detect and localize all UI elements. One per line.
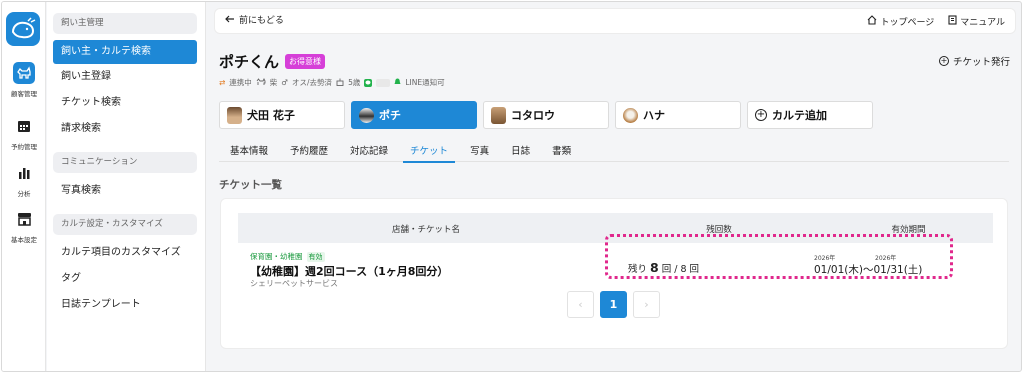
pet-tab-pochi[interactable]: ポチ [351,101,477,129]
store-name: シェリーペットサービス [250,279,338,288]
plus-circle-icon: + [938,56,949,66]
tab-basic-info[interactable]: 基本情報 [219,136,279,162]
pet-header: ポチくん お得意様 [219,51,326,72]
age: 5歳 [348,78,361,87]
rail-label: 分析 [17,190,31,198]
add-karte-button[interactable]: + カルテ追加 [747,101,873,129]
pagination: ‹ 1 › [567,291,660,318]
avatar [623,107,638,123]
bell-icon [394,78,401,88]
pet-tab-label: ハナ [643,109,665,122]
pet-tab-owner[interactable]: 犬田 花子 [219,101,345,129]
vip-badge: お得意様 [285,54,326,69]
pet-tab-label: 犬田 花子 [247,109,295,122]
arrow-left-icon [225,9,235,33]
prev-page-button[interactable]: ‹ [567,291,594,318]
bar-chart-icon [13,162,35,184]
linked-status: 連携中 [229,78,252,87]
pet-meta: ⇄ 連携中 柴 ♂ オス/去勢済 5歳 LINE通知可 [219,77,445,88]
line-notice: LINE通知可 [405,78,445,87]
rail-label: 予約管理 [11,143,37,151]
tab-ticket[interactable]: チケット [399,136,459,163]
column-header-ticket: 店舗・チケット名 [391,225,460,235]
tab-photos[interactable]: 写真 [459,136,500,162]
tab-correspondence[interactable]: 対応記録 [339,136,399,162]
sidebar-item-karte-customize[interactable]: カルテ項目のカスタマイズ [53,241,197,265]
avatar [491,106,506,124]
top-page-label: トップページ [880,17,935,28]
book-icon [948,14,957,28]
sidebar-item-ticket-search[interactable]: チケット検索 [53,91,197,115]
rail-item-analytics[interactable]: 分析 [2,162,46,198]
store-icon [13,208,35,230]
plus-circle-icon: + [755,109,767,121]
tab-documents[interactable]: 書類 [541,136,582,162]
male-icon: ♂ [281,78,289,87]
pet-tab-label: コタロウ [511,109,555,122]
tab-reservation-history[interactable]: 予約履歴 [279,136,339,162]
avatar [227,106,242,124]
sidebar-section-communication: コミュニケーション [53,152,197,173]
sidebar-section-owner: 飼い主管理 [53,13,197,34]
cake-icon [336,78,344,88]
sidebar-item-owner-search[interactable]: 飼い主・カルテ検索 [53,40,197,64]
rail-label: 顧客管理 [11,90,37,98]
icon-rail: 顧客管理 予約管理 分析 基本設定 [2,2,46,371]
page-button-current[interactable]: 1 [600,291,627,318]
ticket-category: 保育園・幼稚園 [250,252,303,261]
dog-outline-icon [256,77,266,88]
rail-item-settings[interactable]: 基本設定 [2,208,46,244]
sidebar-item-photo-search[interactable]: 写真検索 [53,179,197,203]
rail-item-reservations[interactable]: 予約管理 [2,115,46,151]
sidebar-item-owner-register[interactable]: 飼い主登録 [53,65,197,89]
ticket-name: 【幼稚園】週2回コース（1ヶ月8回分） [250,265,449,278]
sidebar-item-billing-search[interactable]: 請求検索 [53,117,197,141]
ticket-card: 店舗・チケット名 残回数 有効期間 保育園・幼稚園 有効 【幼稚園】週2回コース… [220,198,1008,349]
back-link[interactable]: 前にもどる [225,9,284,33]
main-content: ポチくん お得意様 + チケット発行 ⇄ 連携中 柴 ♂ オス/去勢済 5歳 L… [206,36,1021,371]
top-bar: 前にもどる トップページ マニュアル [214,8,1016,34]
pet-tabs: 犬田 花子 ポチ コタロウ ハナ + カルテ追加 [219,101,873,129]
line-icon [364,78,373,87]
rail-item-customers[interactable]: 顧客管理 [2,62,46,98]
tab-diary[interactable]: 日誌 [500,136,541,162]
section-title: チケット一覧 [219,179,282,191]
dog-icon [13,62,35,84]
page-title: ポチくん [219,53,280,71]
sidebar-item-diary-template[interactable]: 日誌テンプレート [53,293,197,317]
rail-label: 基本設定 [11,236,37,244]
sex-status: オス/去勢済 [292,78,333,87]
sidebar-section-karte-settings: カルテ設定・カスタマイズ [53,214,197,235]
app-logo-icon[interactable] [6,12,40,46]
next-page-button[interactable]: › [633,291,660,318]
manual-link[interactable]: マニュアル [948,14,1005,28]
calendar-icon [13,115,35,137]
app-frame: 顧客管理 予約管理 分析 基本設定 飼い主管理 飼い主・カルテ検索 飼い主登録 … [1,1,1022,372]
pet-tab-kotarou[interactable]: コタロウ [483,101,609,129]
sidebar: 飼い主管理 飼い主・カルテ検索 飼い主登録 チケット検索 請求検索 コミュニケー… [47,2,206,371]
highlight-annotation [605,234,953,279]
sidebar-item-tags[interactable]: タグ [53,267,197,291]
manual-label: マニュアル [960,17,1005,28]
status-badge: 有効 [306,251,325,262]
back-label: 前にもどる [239,16,284,26]
add-karte-label: カルテ追加 [772,109,827,122]
blank-chip [376,78,391,87]
ticket-issue-button[interactable]: + チケット発行 [938,54,1010,68]
link-arrows-icon: ⇄ [219,78,226,87]
breed: 柴 [269,78,278,87]
pet-tab-label: ポチ [379,109,401,122]
avatar [359,107,374,123]
home-icon [867,14,877,28]
top-links: トップページ マニュアル [867,9,1005,33]
pet-tab-hana[interactable]: ハナ [615,101,741,129]
karte-tabs: 基本情報 予約履歴 対応記録 チケット 写真 日誌 書類 [219,136,1009,163]
ticket-category-line: 保育園・幼稚園 有効 [250,251,325,262]
top-page-link[interactable]: トップページ [867,14,935,28]
ticket-issue-label: チケット発行 [952,57,1010,68]
